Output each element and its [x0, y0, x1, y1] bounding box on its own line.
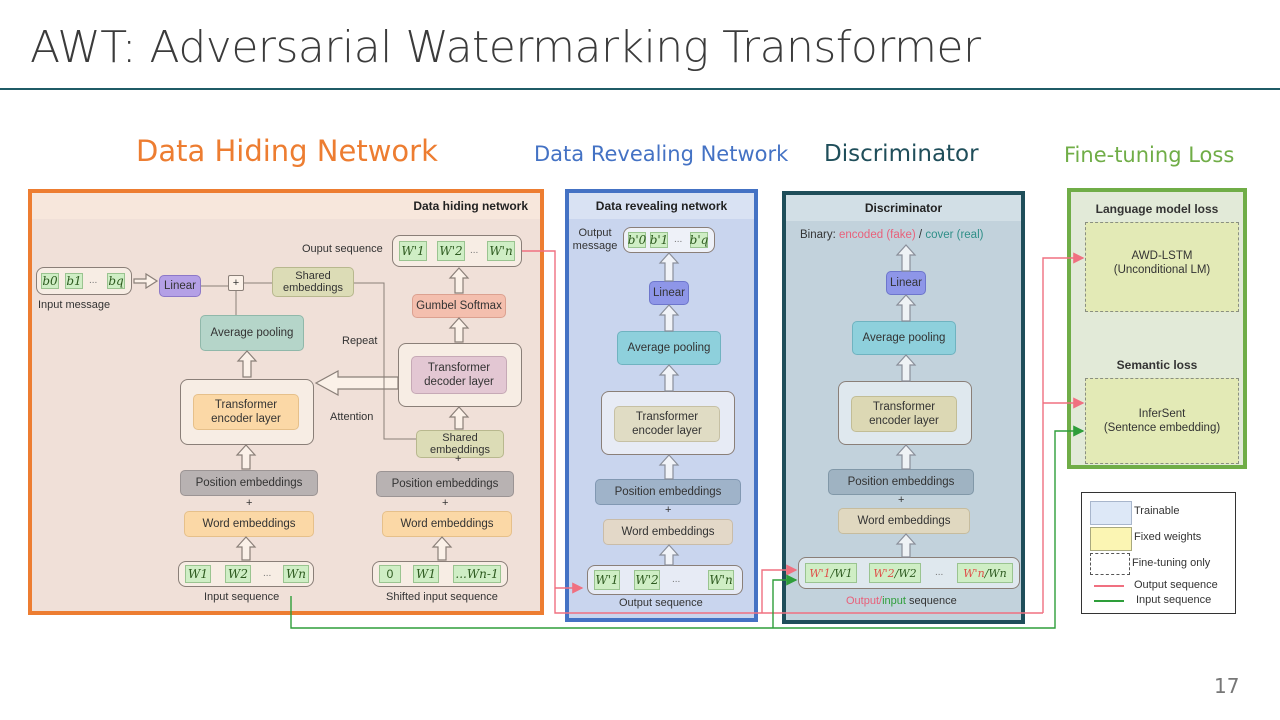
- arrow-icon: [658, 252, 680, 282]
- legend-label-trainable: Trainable: [1134, 505, 1180, 517]
- legend-label-fixed: Fixed weights: [1134, 531, 1202, 543]
- infersent-label: InferSent: [1138, 408, 1186, 420]
- arrow-icon: [235, 444, 257, 470]
- legend-swatch-output: [1094, 585, 1124, 587]
- section-label-discriminator: Discriminator: [824, 141, 979, 167]
- legend-swatch-fixed: [1090, 527, 1132, 551]
- infersent-sublabel: (Sentence embedding): [1103, 422, 1221, 434]
- legend-label-finetune: Fine-tuning only: [1132, 557, 1211, 569]
- legend-swatch-finetune: [1090, 553, 1130, 575]
- legend-swatch-input: [1094, 600, 1124, 602]
- discriminator-connectors: [895, 244, 917, 558]
- arrow-icon: [895, 533, 917, 558]
- data-hiding-panel: Data hiding network b0 b1 ... bq Input m…: [28, 189, 544, 615]
- discriminator-panel: Discriminator Binary: encoded (fake) / c…: [782, 191, 1025, 624]
- semantic-loss-header: Semantic loss: [1116, 358, 1198, 372]
- arrow-icon: [448, 406, 470, 430]
- arrow-icon: [895, 354, 917, 382]
- data-revealing-panel: Data revealing network Output message b'…: [565, 189, 758, 622]
- hiding-connectors: [133, 267, 470, 561]
- infersent-box: InferSent (Sentence embedding): [1085, 378, 1239, 464]
- arrow-icon: [133, 272, 159, 290]
- section-label-revealing: Data Revealing Network: [534, 142, 789, 166]
- revealing-connectors: [658, 252, 680, 566]
- arrow-icon: [658, 304, 680, 332]
- arrow-icon: [658, 364, 680, 392]
- awd-lstm-sublabel: (Unconditional LM): [1113, 264, 1211, 276]
- arrow-icon: [895, 294, 917, 322]
- arrow-icon: [431, 536, 453, 561]
- section-label-finetune: Fine-tuning Loss: [1064, 143, 1235, 167]
- attention-arrow-icon: [314, 369, 399, 397]
- arrow-icon: [448, 317, 470, 343]
- arrow-icon: [895, 244, 917, 272]
- page-number: 17: [1214, 674, 1240, 698]
- section-label-hiding: Data Hiding Network: [136, 134, 438, 168]
- slide-title: AWT: Adversarial Watermarking Transforme…: [30, 22, 981, 73]
- lm-loss-header: Language model loss: [1095, 202, 1219, 216]
- legend-label-output: Output sequence: [1134, 579, 1218, 591]
- title-divider: [0, 88, 1280, 90]
- finetune-panel: Language model loss AWD-LSTM (Unconditio…: [1067, 188, 1247, 469]
- legend: Trainable Fixed weights Fine-tuning only…: [1081, 492, 1236, 614]
- arrow-icon: [658, 544, 680, 566]
- legend-label-input: Input sequence: [1136, 594, 1212, 606]
- arrow-icon: [235, 536, 257, 561]
- arrow-icon: [448, 267, 470, 294]
- arrow-icon: [895, 444, 917, 470]
- arrow-icon: [236, 350, 258, 378]
- arrow-icon: [658, 454, 680, 480]
- awd-lstm-box: AWD-LSTM (Unconditional LM): [1085, 222, 1239, 312]
- legend-swatch-trainable: [1090, 501, 1132, 525]
- awd-lstm-label: AWD-LSTM: [1131, 250, 1193, 262]
